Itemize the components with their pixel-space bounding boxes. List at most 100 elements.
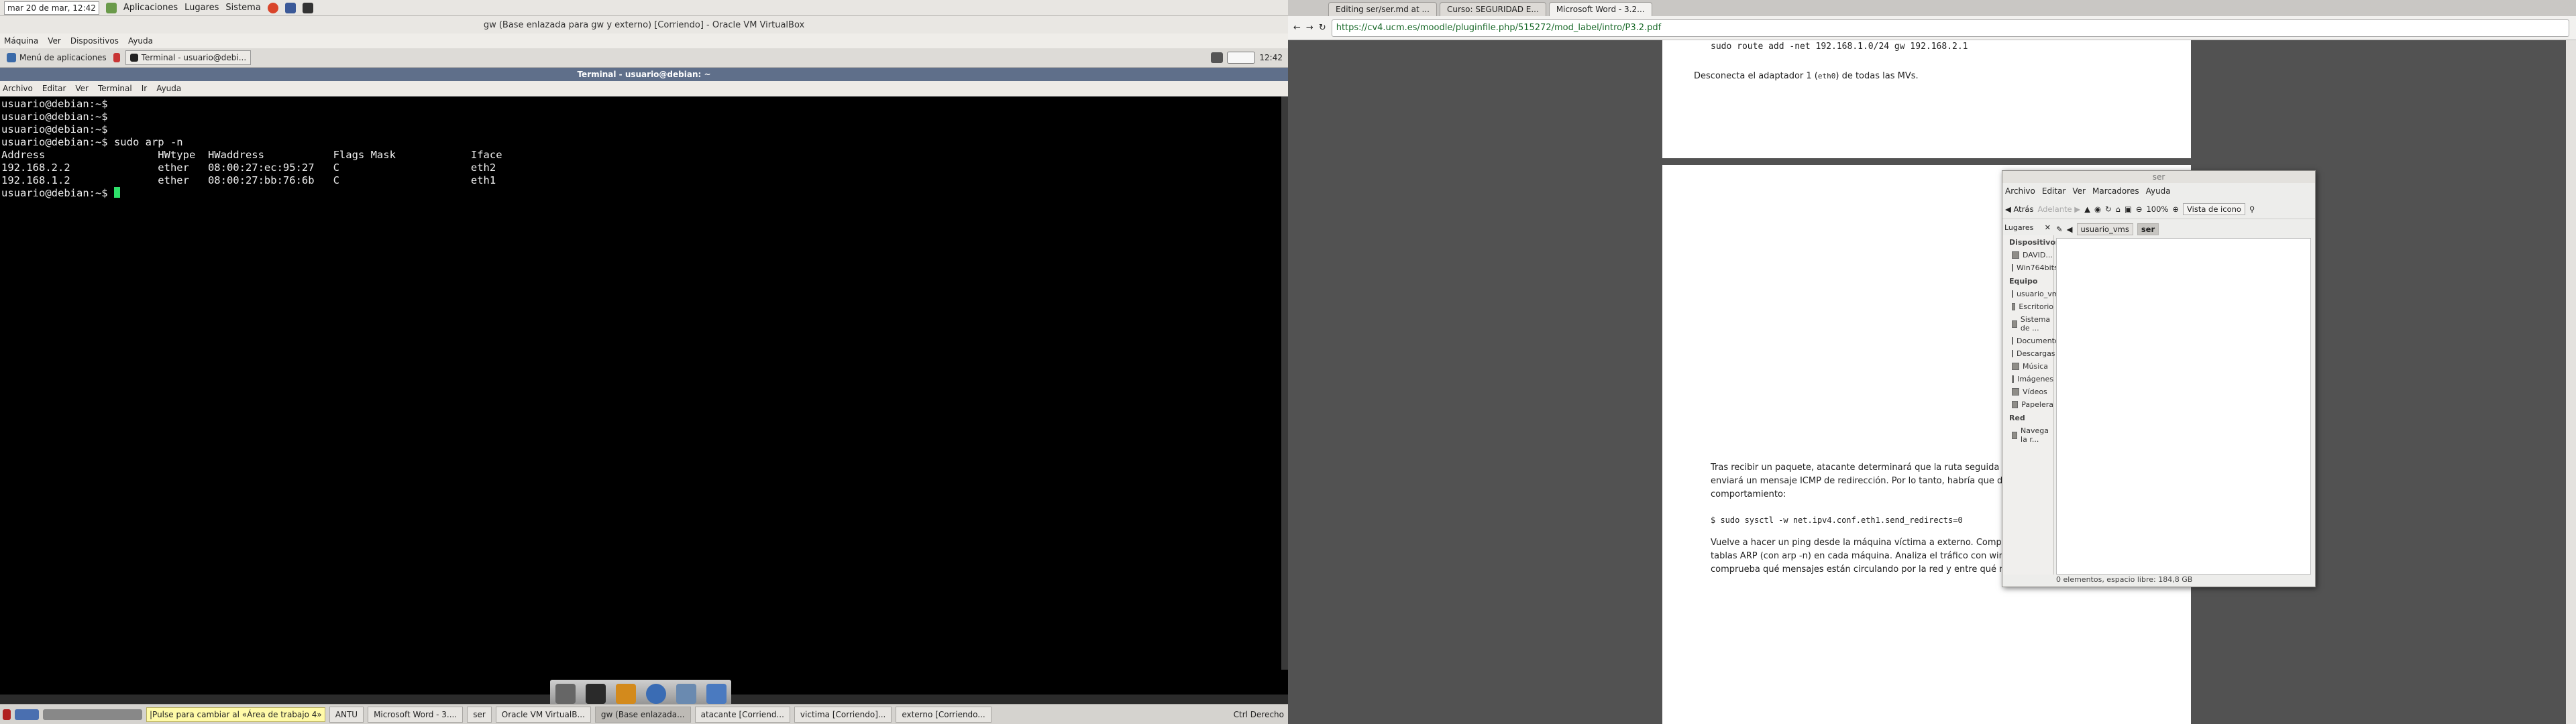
- vbox-menu-machine[interactable]: Máquina: [4, 36, 38, 46]
- sidebar-item-device[interactable]: Win764bits: [2002, 261, 2058, 274]
- sidebar-item-music[interactable]: Música: [2002, 360, 2053, 373]
- terminal-menu-file[interactable]: Archivo: [3, 84, 33, 93]
- home-icon[interactable]: ⌂: [2116, 204, 2121, 214]
- vbox-menu-devices[interactable]: Dispositivos: [70, 36, 119, 46]
- close-sidebar-icon[interactable]: ✕: [2045, 223, 2051, 232]
- browser-tab[interactable]: Curso: SEGURIDAD E...: [1439, 2, 1546, 16]
- workspace-2[interactable]: [15, 709, 39, 720]
- sidebar-item-desktop[interactable]: Escritorio: [2002, 300, 2053, 313]
- zoom-out-icon[interactable]: ⊖: [2136, 204, 2143, 214]
- taskbar-item-active[interactable]: gw (Base enlazada...: [594, 706, 691, 723]
- fm-back-button[interactable]: ◀ Atrás: [2005, 204, 2033, 214]
- host-menu-system[interactable]: Sistema: [225, 3, 260, 13]
- reload-icon[interactable]: ↻: [1319, 23, 1326, 33]
- terminal-output[interactable]: usuario@debian:~$ usuario@debian:~$ usuari…: [0, 97, 1281, 670]
- forward-icon[interactable]: →: [1306, 23, 1313, 33]
- browser-tab-active[interactable]: Microsoft Word - 3.2...: [1548, 2, 1652, 16]
- browser-tab[interactable]: Editing ser/ser.md at ...: [1328, 2, 1437, 16]
- network-icon: [2012, 431, 2018, 439]
- terminal-menu-edit[interactable]: Editar: [42, 84, 66, 93]
- view-mode-select[interactable]: Vista de icono: [2183, 202, 2245, 215]
- terminal-line: usuario@debian:~$: [1, 123, 108, 135]
- sidebar-item-device[interactable]: DAVID...: [2002, 249, 2053, 261]
- taskbar-item[interactable]: ser: [467, 706, 492, 723]
- host-menu-apps[interactable]: Aplicaciones: [123, 3, 178, 13]
- apps-icon[interactable]: [105, 2, 117, 13]
- search-icon[interactable]: ⚲: [2249, 204, 2255, 214]
- show-desktop-icon[interactable]: [555, 684, 576, 704]
- taskbar-item[interactable]: Oracle VM VirtualB...: [495, 706, 591, 723]
- taskbar-item[interactable]: atacante [Corriend...: [694, 706, 790, 723]
- file-manager-dock-icon[interactable]: [615, 684, 636, 704]
- search-dock-icon[interactable]: [676, 684, 696, 704]
- facebook-launcher-icon[interactable]: [284, 2, 296, 13]
- edit-path-icon[interactable]: ✎: [2056, 225, 2063, 234]
- vbox-menu-help[interactable]: Ayuda: [128, 36, 153, 46]
- host-menu-places[interactable]: Lugares: [184, 3, 219, 13]
- taskbar-item[interactable]: victima [Corriendo]...: [794, 706, 892, 723]
- fm-menu-view[interactable]: Ver: [2072, 186, 2086, 196]
- terminal-menu-go[interactable]: Ir: [142, 84, 147, 93]
- terminal-menu-help[interactable]: Ayuda: [156, 84, 181, 93]
- folder-icon: [2012, 363, 2019, 370]
- terminal-dock-icon[interactable]: [585, 684, 606, 704]
- file-manager-sidebar: Dispositivos DAVID... Win764bits Equipo …: [2002, 235, 2063, 575]
- fm-menu-file[interactable]: Archivo: [2005, 186, 2035, 196]
- terminal-menu-terminal[interactable]: Terminal: [98, 84, 132, 93]
- browser-navbar: ← → ↻ https://cv4.ucm.es/moodle/pluginfi…: [1288, 16, 2576, 40]
- places-header[interactable]: Lugares ✕: [2002, 221, 2053, 234]
- sidebar-item-label: Sistema de ...: [2020, 315, 2051, 333]
- up-icon[interactable]: ▲: [2084, 204, 2090, 214]
- fm-menu-edit[interactable]: Editar: [2042, 186, 2066, 196]
- terminal-scrollbar[interactable]: [1281, 97, 1288, 670]
- sidebar-item-label: Navega la r...: [2021, 426, 2049, 444]
- terminal-line: 192.168.1.2 ether 08:00:27:bb:76:6b C et…: [1, 174, 496, 186]
- path-crumb-current[interactable]: ser: [2137, 223, 2159, 235]
- browser-dock-icon[interactable]: [645, 684, 666, 704]
- path-crumb[interactable]: usuario_vms: [2076, 223, 2133, 235]
- sidebar-item-videos[interactable]: Vídeos: [2002, 385, 2053, 398]
- sidebar-item-home[interactable]: usuario_vms: [2002, 288, 2063, 300]
- workspace-1[interactable]: [3, 709, 11, 720]
- host-clock[interactable]: mar 20 de mar, 12:42: [4, 1, 99, 15]
- taskbar-item[interactable]: ANTU: [329, 706, 364, 723]
- taskbar-item[interactable]: externo [Corriendo...: [896, 706, 991, 723]
- sidebar-item-documents[interactable]: Documentos: [2002, 335, 2063, 347]
- folder-dock-icon[interactable]: [706, 684, 727, 704]
- sidebar-item-filesystem[interactable]: Sistema de ...: [2002, 313, 2053, 335]
- address-bar[interactable]: https://cv4.ucm.es/moodle/pluginfile.php…: [1331, 19, 2569, 37]
- workspace-switcher[interactable]: [1227, 52, 1256, 64]
- workspace-3[interactable]: [43, 709, 142, 720]
- chrome-launcher-icon[interactable]: [267, 2, 278, 13]
- guest-apps-menu[interactable]: Menú de aplicaciones: [0, 53, 113, 62]
- fm-forward-button[interactable]: Adelante ▶: [2037, 204, 2080, 214]
- reload-icon[interactable]: ↻: [2105, 204, 2112, 214]
- vbox-menu-view[interactable]: Ver: [48, 36, 61, 46]
- guest-task-terminal[interactable]: Terminal - usuario@debi...: [125, 50, 252, 65]
- stop-icon[interactable]: ◉: [2094, 204, 2101, 214]
- workspace-tooltip: |Pulse para cambiar al «Área de trabajo …: [146, 707, 325, 722]
- drive-icon: [2012, 264, 2013, 272]
- fm-menu-help[interactable]: Ayuda: [2146, 186, 2171, 196]
- terminal-launcher-icon[interactable]: [302, 2, 313, 13]
- network-icon[interactable]: [1211, 52, 1224, 63]
- sidebar-item-pictures[interactable]: Imágenes: [2002, 373, 2053, 385]
- sidebar-item-label: Música: [2023, 362, 2049, 371]
- taskbar-item[interactable]: Microsoft Word - 3....: [368, 706, 464, 723]
- computer-icon[interactable]: ▣: [2125, 204, 2132, 214]
- zoom-in-icon[interactable]: ⊕: [2172, 204, 2179, 214]
- sidebar-item-trash[interactable]: Papelera: [2002, 398, 2053, 411]
- terminal-menu-view[interactable]: Ver: [75, 84, 89, 93]
- guest-panel: Menú de aplicaciones Terminal - usuario@…: [0, 48, 1288, 68]
- file-view-area[interactable]: [2056, 238, 2311, 575]
- sidebar-item-network[interactable]: Navega la r...: [2002, 424, 2053, 446]
- back-icon[interactable]: ←: [1293, 23, 1301, 33]
- folder-icon: [2012, 375, 2015, 383]
- fm-menu-bookmarks[interactable]: Marcadores: [2092, 186, 2139, 196]
- zoom-level: 100%: [2146, 204, 2169, 214]
- pdf-scrollbar[interactable]: [2566, 40, 2576, 724]
- sidebar-item-downloads[interactable]: Descargas: [2002, 347, 2055, 360]
- guest-task-label: Terminal - usuario@debi...: [141, 53, 247, 62]
- sidebar-item-label: Descargas: [2017, 349, 2055, 358]
- path-left-icon[interactable]: ◀: [2067, 225, 2073, 234]
